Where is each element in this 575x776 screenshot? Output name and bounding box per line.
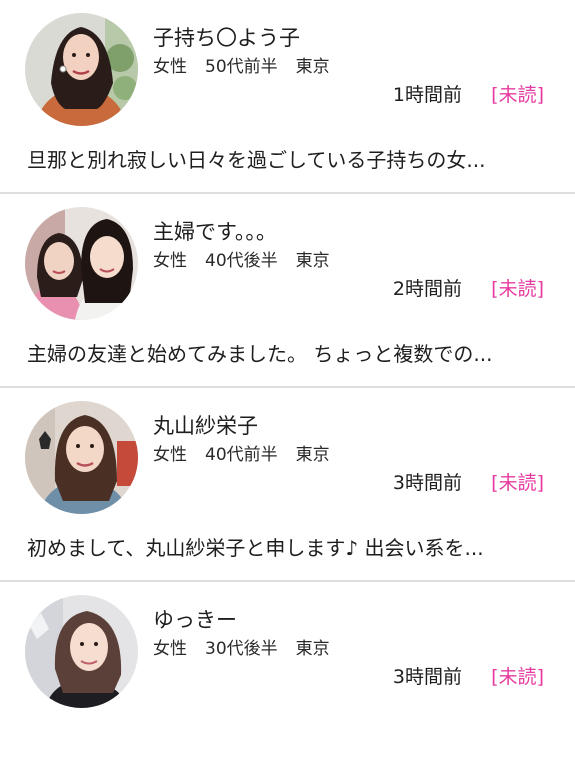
user-gender: 女性 [153, 445, 187, 465]
unread-badge: [未読] [491, 84, 544, 106]
user-gender: 女性 [153, 57, 187, 77]
user-age: 40代後半 [205, 251, 278, 271]
avatar[interactable] [25, 13, 138, 126]
user-location: 東京 [295, 57, 330, 77]
user-name: 丸山紗栄子 [153, 414, 258, 438]
message-list: 子持ち〇よう子 女性 50代前半 東京 1時間前 [未読] 旦那と別れ寂しい日々を過… [0, 0, 575, 776]
message-preview: 旦那と別れ寂しい日々を過ごしている子持ちの女... [27, 148, 486, 172]
user-age: 40代前半 [205, 445, 278, 465]
avatar-photo [25, 401, 138, 514]
user-meta: 女性 50代前半 東京 [153, 55, 330, 79]
list-item[interactable]: 子持ち〇よう子 女性 50代前半 東京 1時間前 [未読] 旦那と別れ寂しい日々を過… [0, 0, 575, 194]
user-gender: 女性 [153, 639, 187, 659]
user-location: 東京 [295, 445, 330, 465]
avatar[interactable] [25, 595, 138, 708]
user-gender: 女性 [153, 251, 187, 271]
avatar-photo [25, 595, 138, 708]
user-age: 50代前半 [205, 57, 278, 77]
user-name: 主婦です。。。 [153, 220, 277, 244]
user-name: ゆっきー [153, 608, 237, 632]
avatar[interactable] [25, 401, 138, 514]
unread-badge: [未読] [491, 278, 544, 300]
message-preview: 主婦の友達と始めてみました。 ちょっと複数での... [27, 342, 493, 366]
avatar-photo [25, 13, 138, 126]
user-age: 30代後半 [205, 639, 278, 659]
user-meta: 女性 30代後半 東京 [153, 637, 330, 661]
list-item[interactable]: 丸山紗栄子 女性 40代前半 東京 3時間前 [未読] 初めまして、丸山紗栄子と申し… [0, 388, 575, 582]
user-meta: 女性 40代前半 東京 [153, 443, 330, 467]
list-item[interactable]: ゆっきー 女性 30代後半 東京 3時間前 [未読] [0, 582, 575, 776]
message-time: 2時間前 [392, 278, 462, 300]
message-preview: 初めまして、丸山紗栄子と申します♪ 出会い系を... [27, 536, 484, 560]
avatar[interactable] [25, 207, 138, 320]
user-name: 子持ち〇よう子 [153, 26, 300, 50]
user-location: 東京 [295, 251, 330, 271]
message-time: 1時間前 [392, 84, 462, 106]
user-meta: 女性 40代後半 東京 [153, 249, 330, 273]
avatar-photo [25, 207, 138, 320]
message-time: 3時間前 [392, 666, 462, 688]
unread-badge: [未読] [491, 472, 544, 494]
list-item[interactable]: 主婦です。。。 女性 40代後半 東京 2時間前 [未読] 主婦の友達と始めてみまし… [0, 194, 575, 388]
user-location: 東京 [295, 639, 330, 659]
unread-badge: [未読] [491, 666, 544, 688]
message-time: 3時間前 [392, 472, 462, 494]
